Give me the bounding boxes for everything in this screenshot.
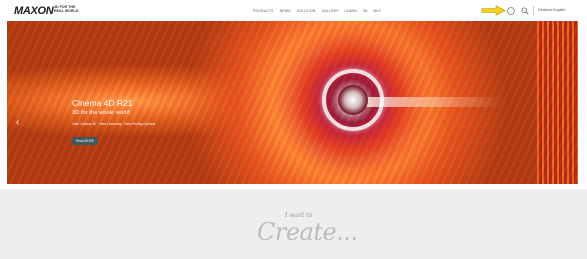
nav-item-buy[interactable]: BUY	[374, 9, 382, 13]
hero-title: Cinema 4D R21	[72, 98, 133, 108]
hero-banner: ‹ Cinema 4D R21 3D for the whole world O…	[7, 21, 578, 184]
search-icon[interactable]	[521, 7, 529, 15]
site-header: MAXON 3D FOR THE REAL WORLD PRODUCTS NEW…	[0, 0, 587, 21]
hero-description: One Cinema 4D · New Licensing · New Pric…	[72, 122, 156, 126]
header-divider	[533, 6, 534, 15]
tagline-line-2: REAL WORLD	[54, 9, 79, 14]
maxon-logo[interactable]: MAXON	[14, 5, 54, 17]
nav-item-news[interactable]: NEWS	[280, 9, 291, 13]
language-switcher[interactable]: Deutsch English	[538, 8, 565, 12]
annotation-arrow-icon	[481, 5, 506, 16]
section-headline: Create...	[257, 218, 358, 246]
nav-item-products[interactable]: PRODUCTS	[253, 9, 274, 13]
hero-core-decoration	[338, 85, 368, 115]
nav-item-learn[interactable]: LEARN	[345, 9, 357, 13]
nav-item-3d[interactable]: 3D	[363, 9, 368, 13]
nav-item-gallery[interactable]: GALLERY	[322, 9, 339, 13]
hero-subtitle: 3D for the whole world	[72, 110, 130, 116]
account-icon[interactable]	[507, 7, 515, 15]
read-more-button[interactable]: Read MORE	[72, 137, 98, 145]
logo-tagline: 3D FOR THE REAL WORLD	[54, 5, 78, 13]
slider-prev-icon[interactable]: ‹	[16, 117, 23, 129]
main-nav: PRODUCTS NEWS SOLUTION GALLERY LEARN 3D …	[253, 9, 381, 13]
nav-item-solution[interactable]: SOLUTION	[297, 9, 316, 13]
